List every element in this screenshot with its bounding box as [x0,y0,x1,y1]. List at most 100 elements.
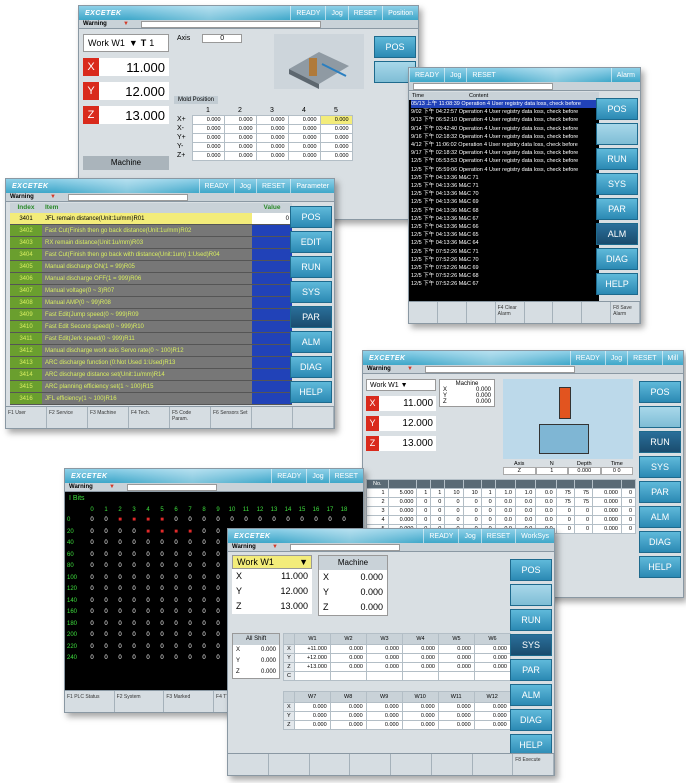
offset-cell[interactable]: 0.000 [255,141,289,152]
io-bit[interactable]: 0 [225,515,239,527]
grid-cell[interactable]: 4 [366,515,389,525]
reset-button[interactable]: RESET [347,6,382,20]
io-bit[interactable]: 0 [141,596,155,608]
parameter-row[interactable]: 3404 Fast Cut(Finish then go back with di… [10,249,292,261]
grid-cell[interactable]: 1 [430,488,446,498]
param-value[interactable] [252,309,292,320]
offset-cell[interactable]: 0.000 [329,644,367,654]
grid-cell[interactable]: 0 [462,506,482,516]
io-bit[interactable]: 0 [197,584,211,596]
softkey-blank[interactable] [639,406,681,428]
param-value[interactable] [252,261,292,272]
offset-cell[interactable] [401,671,439,681]
softkey-sys[interactable]: SYS [510,634,552,656]
parameter-row[interactable]: 3403 RX remain distance(Unit:1u/mm)R03 [10,237,292,249]
softkey-alm[interactable]: ALM [290,331,332,353]
grid-cell[interactable]: 0 [480,515,496,525]
io-bit[interactable]: 0 [253,515,267,527]
io-bit[interactable]: 0 [85,573,99,585]
softkey-sys[interactable]: SYS [639,456,681,478]
io-bit[interactable]: 0 [211,596,225,608]
param-value[interactable] [252,333,292,344]
io-bit[interactable]: 0 [183,573,197,585]
param-value[interactable] [252,285,292,296]
offset-cell[interactable]: 0.000 [293,720,331,730]
io-bit[interactable]: 0 [155,642,169,654]
grid-cell[interactable]: 0 [444,497,464,507]
io-bit[interactable]: 0 [183,515,197,527]
io-bit[interactable]: 0 [85,619,99,631]
parameter-row[interactable]: 3407 Manual voltage(0 ~ 3)R07 [10,285,292,297]
io-bit[interactable]: 0 [85,642,99,654]
grid-cell[interactable]: 0 [573,524,594,534]
grid-cell[interactable]: 0.000 [592,524,622,534]
io-bit[interactable]: 0 [113,573,127,585]
offset-cell[interactable]: 0.000 [473,711,511,721]
fkey-system[interactable]: F2 System [115,691,165,712]
grid-cell[interactable]: 0 [462,515,482,525]
reset-button[interactable]: RESET [627,351,661,365]
io-bit[interactable]: 0 [197,630,211,642]
io-bit[interactable]: 0 [309,515,323,527]
io-bit[interactable]: 0 [155,538,169,550]
alarm-row[interactable]: 12/5 下午 07:52:26 M&C 71 [411,248,599,256]
parameter-row[interactable]: 3411 Fast Edit(Jerk speed(0 ~ 999)R11 [10,333,292,345]
io-bit[interactable]: 0 [113,619,127,631]
axis-value[interactable]: 0 [202,34,243,43]
io-bit[interactable]: 0 [113,584,127,596]
grid-cell[interactable]: 0 [416,497,432,507]
grid-cell[interactable]: 0.0 [514,497,537,507]
io-bit[interactable]: 0 [211,584,225,596]
fkey-service[interactable]: F2 Service [47,407,88,428]
io-bit[interactable]: ■ [141,515,155,527]
offset-cell[interactable]: 0.000 [401,662,439,672]
grid-cell[interactable]: 0 [430,515,446,525]
softkey-diag[interactable]: DIAG [290,356,332,378]
offset-cell[interactable]: 0.000 [223,114,257,125]
grid-cell[interactable]: 1 [416,488,432,498]
io-bit[interactable]: 0 [127,527,141,539]
grid-cell[interactable]: 0 [620,497,637,507]
offset-cell[interactable]: 0.000 [223,141,257,152]
offset-cell[interactable]: +12.000 [293,653,331,663]
io-bit[interactable]: 0 [169,596,183,608]
io-bit[interactable]: 0 [211,561,225,573]
io-bit[interactable]: 0 [211,573,225,585]
io-bit[interactable]: 0 [113,642,127,654]
offset-cell[interactable]: 0.000 [319,123,353,134]
offset-cell[interactable]: 0.000 [223,123,257,134]
io-bit[interactable]: 0 [113,607,127,619]
io-bit[interactable]: 0 [127,642,141,654]
param-value[interactable] [252,249,292,260]
alarm-row[interactable]: 12/5 下午 04:13:36 M&C 66 [411,223,599,231]
offset-cell[interactable]: 0.000 [293,711,331,721]
io-bit[interactable]: 0 [197,653,211,665]
softkey-pos[interactable]: POS [596,98,638,120]
grid-cell[interactable]: 0 [555,524,575,534]
io-bit[interactable]: 0 [155,596,169,608]
softkey-run[interactable]: RUN [290,256,332,278]
grid-cell[interactable]: 0.000 [592,506,622,516]
io-bit[interactable]: 0 [99,619,113,631]
io-bit[interactable]: 0 [85,527,99,539]
offset-cell[interactable]: 0.000 [255,150,289,161]
io-bit[interactable]: 0 [169,607,183,619]
softkey-pos[interactable]: POS [639,381,681,403]
grid-cell[interactable]: 10 [462,488,482,498]
parameter-row[interactable]: 3416 JFL efficiency(1 ~ 100)R16 [10,393,292,405]
offset-cell[interactable]: 0.000 [319,132,353,143]
io-bit[interactable]: 0 [211,550,225,562]
param-value[interactable] [252,321,292,332]
fkey-marked[interactable]: F3 Marked [164,691,215,712]
io-bit[interactable]: 0 [127,630,141,642]
offset-cell[interactable]: 0.000 [473,662,511,672]
offset-cell[interactable]: 0.000 [437,662,475,672]
io-bit[interactable]: 0 [197,550,211,562]
softkey-run[interactable]: RUN [596,148,638,170]
alarm-row[interactable]: 12/5 下午 04:13:36 M&C 71 [411,174,599,182]
io-bit[interactable]: 0 [141,561,155,573]
io-bit[interactable]: 0 [127,607,141,619]
param-value[interactable] [252,345,292,356]
grid-cell[interactable]: 0 [620,524,637,534]
grid-cell[interactable]: 0.0 [514,515,537,525]
